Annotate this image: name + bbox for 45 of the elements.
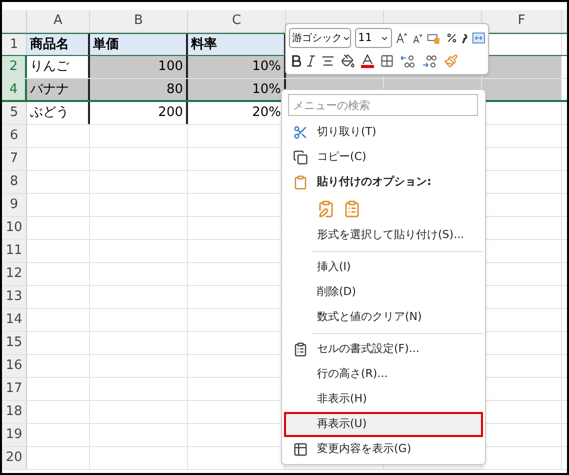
- table-cell: バナナ: [27, 79, 90, 100]
- menu-item[interactable]: 削除(D): [284, 280, 483, 305]
- column-header[interactable]: B: [90, 10, 188, 32]
- row-header[interactable]: 20: [2, 447, 27, 469]
- row-header[interactable]: 15: [2, 332, 27, 354]
- table-cell: 商品名: [27, 34, 90, 55]
- column-header[interactable]: A: [27, 10, 90, 32]
- row-header[interactable]: 17: [2, 378, 27, 400]
- row-header[interactable]: 6: [2, 125, 27, 147]
- row-header[interactable]: 10: [2, 217, 27, 239]
- table-cell: 100: [90, 56, 188, 78]
- table-cell: 10%: [188, 79, 286, 100]
- row-header[interactable]: 13: [2, 286, 27, 308]
- menu-item[interactable]: セルの書式設定(F)...: [284, 337, 483, 362]
- menu-heading: 貼り付けのオプション:: [317, 174, 432, 190]
- row-header[interactable]: 8: [2, 171, 27, 193]
- menu-item[interactable]: 数式と値のクリア(N): [284, 305, 483, 330]
- row-header[interactable]: 12: [2, 263, 27, 285]
- row-header[interactable]: 18: [2, 401, 27, 423]
- menu-item[interactable]: 変更内容を表示(G): [284, 437, 483, 462]
- row-header[interactable]: 19: [2, 424, 27, 446]
- row-header[interactable]: 14: [2, 309, 27, 331]
- size-dropdown[interactable]: 11: [355, 28, 392, 48]
- font-dropdown[interactable]: 游ゴシック: [289, 28, 351, 48]
- menu-item[interactable]: 行の高さ(R)...: [284, 362, 483, 387]
- menu-item[interactable]: 形式を選択して貼り付け(S)...: [284, 223, 483, 248]
- menu-item[interactable]: 挿入(I): [284, 255, 483, 280]
- table-cell: ぶどう: [27, 102, 90, 124]
- row-header[interactable]: 9: [2, 194, 27, 216]
- table-cell: 単価: [90, 34, 188, 55]
- table-cell: 料率: [188, 34, 286, 55]
- row-header[interactable]: 5: [2, 102, 27, 124]
- menu-item[interactable]: 切り取り(T): [284, 120, 483, 145]
- menu-item[interactable]: コピー(C): [284, 145, 483, 170]
- menu-item[interactable]: 再表示(U): [284, 412, 483, 437]
- menu-item[interactable]: 非表示(H): [284, 387, 483, 412]
- row-header[interactable]: 16: [2, 355, 27, 377]
- row-header[interactable]: 11: [2, 240, 27, 262]
- table-cell: 10%: [188, 56, 286, 78]
- row-header[interactable]: 7: [2, 148, 27, 170]
- row-header[interactable]: 2: [2, 56, 27, 78]
- menu-search-field[interactable]: メニューの検索: [288, 94, 478, 116]
- row-header[interactable]: 1: [2, 34, 27, 55]
- table-cell: 80: [90, 79, 188, 100]
- row-header[interactable]: 4: [2, 79, 27, 100]
